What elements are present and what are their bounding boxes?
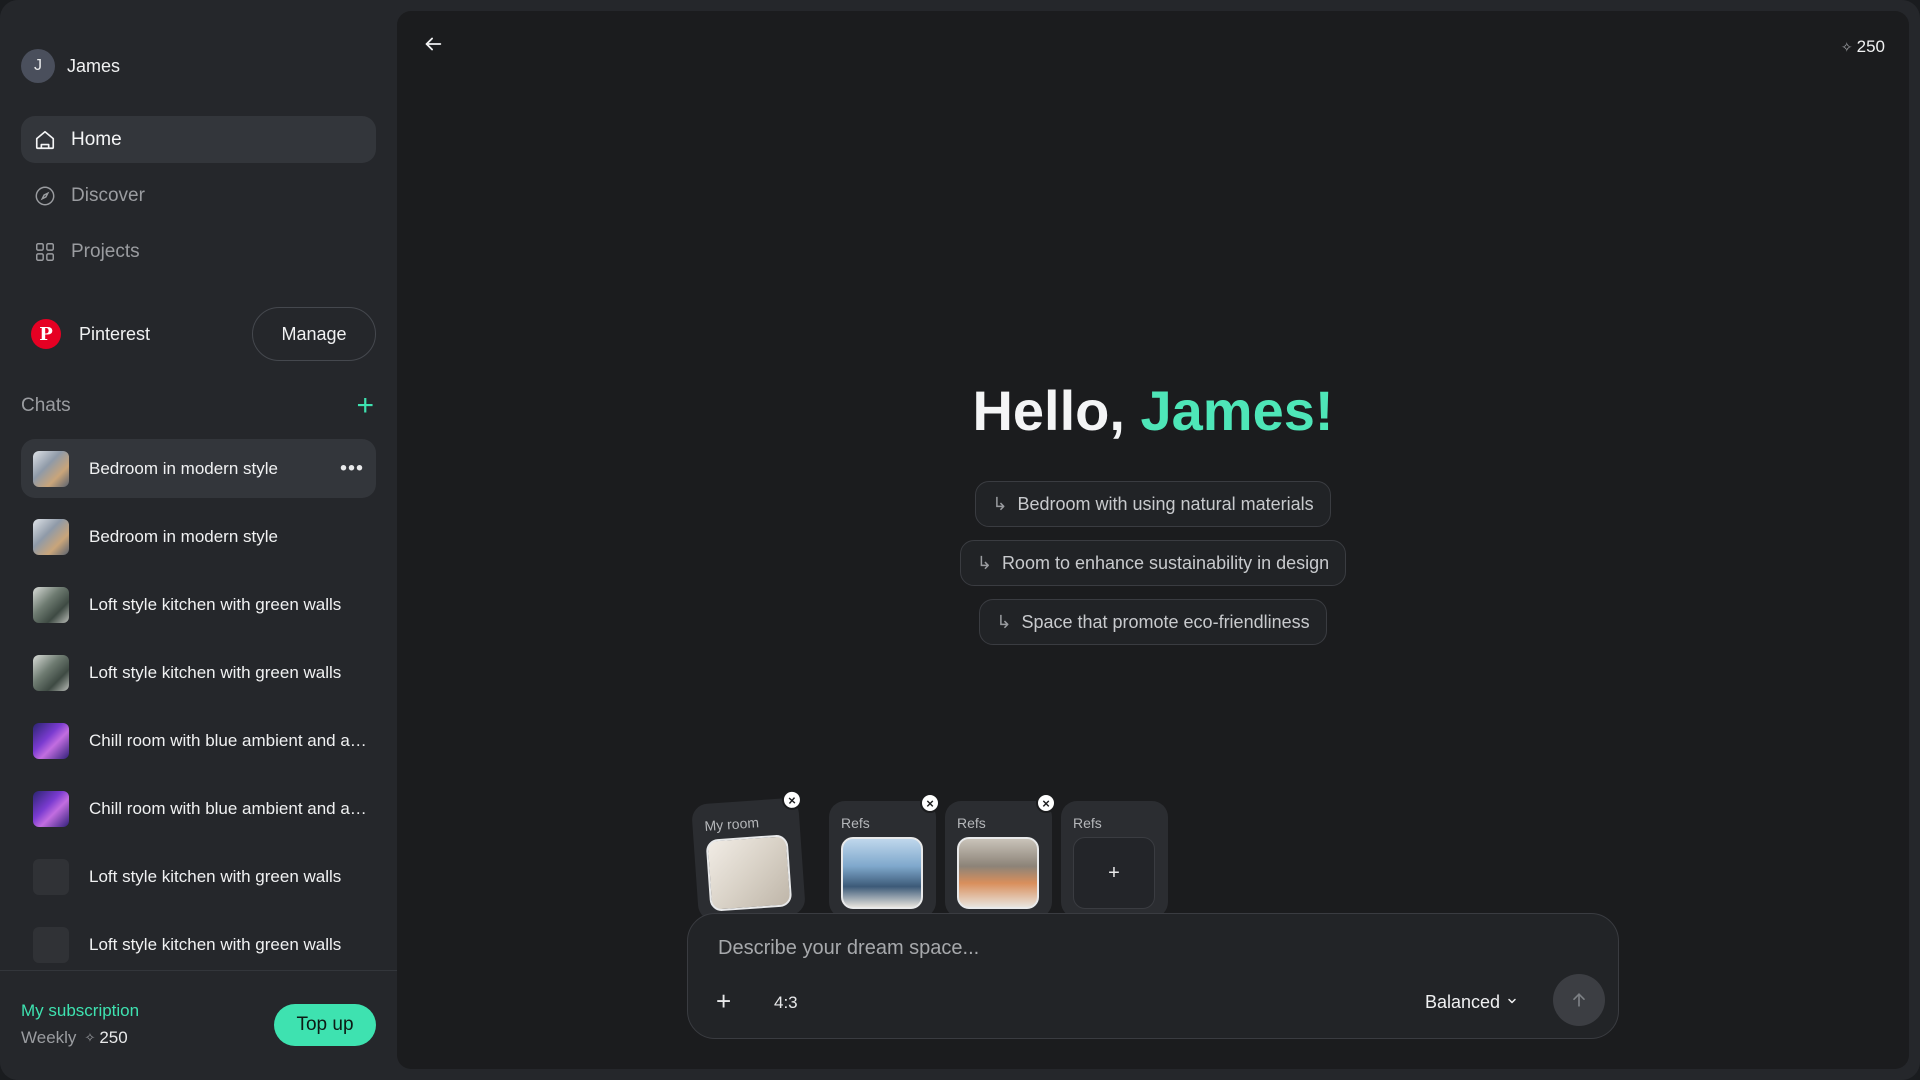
close-icon[interactable]: × bbox=[920, 793, 940, 813]
nav-label-home: Home bbox=[71, 128, 122, 150]
card-label: My room bbox=[703, 814, 760, 834]
return-arrow-icon: ↳ bbox=[992, 493, 1008, 514]
nav-item-projects[interactable]: Projects bbox=[21, 228, 376, 275]
chat-item[interactable]: Loft style kitchen with green walls bbox=[21, 643, 376, 702]
back-arrow-icon[interactable] bbox=[422, 33, 444, 55]
chat-title: Loft style kitchen with green walls bbox=[89, 866, 342, 886]
suggestion-chip[interactable]: ↳ Bedroom with using natural materials bbox=[975, 481, 1331, 527]
user-name: James bbox=[67, 55, 121, 76]
close-icon[interactable]: × bbox=[781, 789, 803, 811]
greeting-hello: Hello, bbox=[972, 379, 1141, 442]
card-label: Refs bbox=[841, 815, 870, 831]
chat-thumbnail bbox=[33, 858, 69, 895]
chat-thumbnail bbox=[33, 654, 69, 691]
new-chat-plus-icon[interactable]: + bbox=[356, 391, 374, 421]
chat-item[interactable]: Chill room with blue ambient and a… bbox=[21, 779, 376, 838]
suggestions: ↳ Bedroom with using natural materials ↳… bbox=[397, 481, 1909, 658]
chat-item[interactable]: Chill room with blue ambient and a… bbox=[21, 711, 376, 770]
chat-item[interactable]: Loft style kitchen with green walls bbox=[21, 915, 376, 974]
chat-title: Loft style kitchen with green walls bbox=[89, 934, 342, 954]
main-nav: Home Discover Projects bbox=[21, 116, 376, 284]
suggestion-chip[interactable]: ↳ Space that promote eco-friendliness bbox=[979, 599, 1327, 645]
chat-title: Bedroom in modern style bbox=[89, 526, 278, 546]
chat-item[interactable]: Loft style kitchen with green walls bbox=[21, 575, 376, 634]
nav-label-discover: Discover bbox=[71, 184, 145, 206]
mode-dropdown[interactable]: Balanced bbox=[1425, 992, 1518, 1013]
nav-item-home[interactable]: Home bbox=[21, 116, 376, 163]
prompt-composer: + 4:3 Balanced bbox=[687, 913, 1619, 1039]
chat-thumbnail bbox=[33, 790, 69, 827]
chat-title: Loft style kitchen with green walls bbox=[89, 662, 342, 682]
mode-label: Balanced bbox=[1425, 992, 1501, 1012]
nav-label-projects: Projects bbox=[71, 240, 140, 262]
arrow-up-icon bbox=[1573, 993, 1585, 1007]
avatar: J bbox=[21, 49, 55, 83]
attach-plus-icon[interactable]: + bbox=[716, 988, 731, 1014]
chat-thumbnail bbox=[33, 518, 69, 555]
greeting: Hello, James! bbox=[397, 378, 1909, 443]
close-icon[interactable]: × bbox=[1036, 793, 1056, 813]
send-button[interactable] bbox=[1553, 974, 1605, 1026]
chats-title: Chats bbox=[21, 395, 71, 416]
nav-item-discover[interactable]: Discover bbox=[21, 172, 376, 219]
chat-item[interactable]: Bedroom in modern style ••• bbox=[21, 439, 376, 498]
ref-card[interactable]: Refs × bbox=[829, 793, 940, 918]
grid-icon bbox=[33, 240, 57, 264]
chat-item[interactable]: Loft style kitchen with green walls bbox=[21, 847, 376, 906]
credits-sparkle-icon: ✧ bbox=[84, 1030, 96, 1045]
chat-title: Chill room with blue ambient and a… bbox=[89, 730, 367, 750]
room-image bbox=[705, 834, 793, 912]
return-arrow-icon: ↳ bbox=[996, 611, 1012, 632]
chat-title: Chill room with blue ambient and a… bbox=[89, 798, 367, 818]
ref-card[interactable]: Refs × bbox=[945, 793, 1056, 918]
subscription-detail: Weekly ✧ 250 bbox=[21, 1028, 128, 1048]
chat-thumbnail bbox=[33, 450, 69, 487]
chat-item[interactable]: Bedroom in modern style bbox=[21, 507, 376, 566]
pinterest-logo-icon: P bbox=[31, 319, 61, 349]
main-panel: ✧ 250 Hello, James! ↳ Bedroom with using… bbox=[397, 11, 1909, 1069]
chat-title: Bedroom in modern style bbox=[89, 458, 278, 478]
credits-amount: 250 bbox=[1856, 37, 1885, 56]
more-options-icon[interactable]: ••• bbox=[340, 457, 364, 480]
return-arrow-icon: ↳ bbox=[976, 552, 992, 573]
app-window: J James Home Discover Projects P Pintere… bbox=[0, 0, 1920, 1080]
subscription-period: Weekly bbox=[21, 1028, 77, 1047]
add-reference-plus-icon[interactable]: + bbox=[1073, 837, 1155, 909]
credits-sparkle-icon: ✧ bbox=[1840, 38, 1853, 55]
pinterest-label: Pinterest bbox=[79, 323, 151, 344]
subscription-amount: 250 bbox=[99, 1028, 128, 1047]
suggestion-text: Room to enhance sustainability in design bbox=[1001, 552, 1330, 573]
chat-title: Loft style kitchen with green walls bbox=[89, 594, 342, 614]
my-room-card[interactable]: My room × bbox=[691, 789, 806, 922]
chat-thumbnail bbox=[33, 926, 69, 963]
greeting-name: James! bbox=[1140, 379, 1334, 442]
manage-button[interactable]: Manage bbox=[252, 307, 376, 361]
chevron-down-icon bbox=[1506, 995, 1518, 1010]
top-up-button[interactable]: Top up bbox=[274, 1004, 376, 1046]
subscription-link[interactable]: My subscription bbox=[21, 1001, 139, 1021]
suggestion-text: Bedroom with using natural materials bbox=[1017, 493, 1314, 514]
suggestion-text: Space that promote eco-friendliness bbox=[1021, 611, 1310, 632]
add-ref-card[interactable]: Refs + bbox=[1061, 801, 1168, 918]
home-icon bbox=[33, 128, 57, 152]
reference-image bbox=[957, 837, 1039, 909]
credits-counter: ✧ 250 bbox=[1841, 37, 1885, 57]
card-label: Refs bbox=[1073, 815, 1102, 831]
reference-image bbox=[841, 837, 923, 909]
chat-thumbnail bbox=[33, 722, 69, 759]
chat-list: Bedroom in modern style ••• Bedroom in m… bbox=[21, 439, 376, 983]
prompt-input[interactable] bbox=[718, 934, 1568, 962]
divider bbox=[0, 970, 397, 971]
sidebar: J James Home Discover Projects P Pintere… bbox=[0, 0, 397, 1080]
compass-icon bbox=[33, 184, 57, 208]
chats-header: Chats + bbox=[21, 391, 376, 421]
card-label: Refs bbox=[957, 815, 986, 831]
aspect-ratio-selector[interactable]: 4:3 bbox=[774, 993, 798, 1013]
pinterest-connection: P Pinterest Manage bbox=[21, 307, 376, 361]
suggestion-chip[interactable]: ↳ Room to enhance sustainability in desi… bbox=[959, 540, 1347, 586]
user-profile[interactable]: J James bbox=[21, 49, 120, 83]
chat-thumbnail bbox=[33, 586, 69, 623]
